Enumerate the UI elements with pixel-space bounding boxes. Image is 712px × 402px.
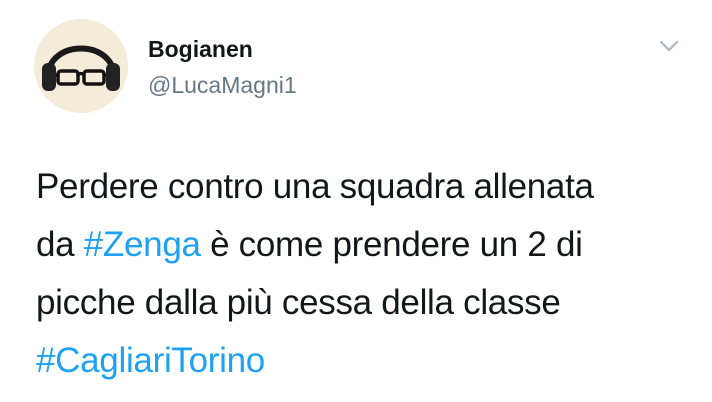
hashtag-link-cagliaritorino[interactable]: #CagliariTorino bbox=[36, 341, 265, 380]
tweet-line-2-suffix: è come prendere un 2 di bbox=[200, 225, 583, 264]
tweet-card: Bogianen @LucaMagni1 Perdere contro una … bbox=[0, 0, 712, 402]
user-display-name[interactable]: Bogianen bbox=[148, 36, 253, 62]
tweet-menu-button[interactable] bbox=[656, 36, 682, 56]
tweet-text: Perdere contro una squadra allenata da #… bbox=[36, 158, 696, 390]
user-avatar[interactable] bbox=[34, 19, 128, 113]
chevron-down-icon bbox=[659, 40, 679, 52]
tweet-line-4: #CagliariTorino bbox=[36, 332, 696, 390]
hashtag-link-zenga[interactable]: #Zenga bbox=[84, 225, 201, 264]
tweet-line-2-prefix: da bbox=[36, 225, 84, 264]
tweet-line-2: da #Zenga è come prendere un 2 di bbox=[36, 216, 696, 274]
user-handle[interactable]: @LucaMagni1 bbox=[148, 72, 297, 98]
headphones-glasses-avatar-icon bbox=[42, 45, 120, 91]
tweet-line-3: picche dalla più cessa della classe bbox=[36, 283, 561, 322]
tweet-line-1: Perdere contro una squadra allenata bbox=[36, 167, 594, 206]
